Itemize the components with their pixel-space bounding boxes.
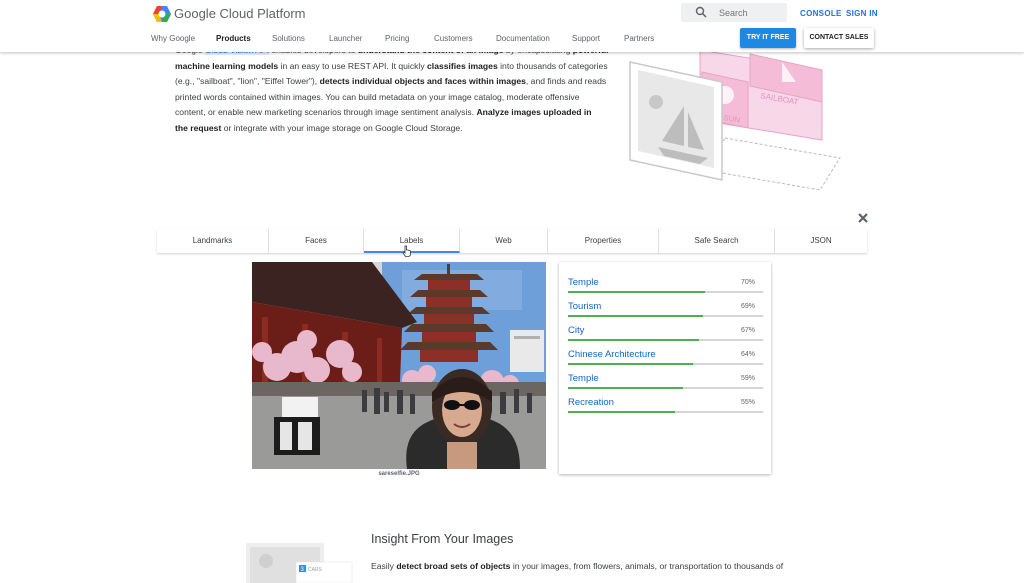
tab-labels[interactable]: Labels <box>364 229 460 253</box>
label-row: Recreation 55% <box>568 397 763 421</box>
label-name: Tourism <box>568 301 602 312</box>
cars-thumbnail: 3 CARS <box>246 543 353 583</box>
label-name: Recreation <box>568 397 614 408</box>
label-bar-fill <box>568 411 676 413</box>
dashed-plane <box>704 137 841 191</box>
nav-documentation[interactable]: Documentation <box>496 34 550 43</box>
insight-text: Easily detect broad sets of objects in y… <box>371 561 784 571</box>
vision-illustration: SAILBOAT SUN <box>629 49 841 191</box>
label-percent: 69% <box>740 303 755 310</box>
label-row: Temple 70% <box>568 277 763 301</box>
label-percent: 67% <box>740 327 755 334</box>
label-bar-fill <box>568 339 699 341</box>
insight-heading: Insight From Your Images <box>371 532 514 546</box>
label-name: Temple <box>568 277 599 288</box>
brand-name[interactable]: Google Cloud Platform <box>174 6 306 21</box>
sign-in-link[interactable]: SIGN IN <box>846 9 878 18</box>
label-percent: 55% <box>740 399 755 406</box>
google-cloud-logo-icon[interactable] <box>152 5 172 23</box>
tab-landmarks[interactable]: Landmarks <box>157 229 269 253</box>
labels-results-card: Temple 70% Tourism 69% City 67% Chinese … <box>559 262 771 474</box>
console-link[interactable]: CONSOLE <box>800 9 842 18</box>
nav-customers[interactable]: Customers <box>434 34 473 43</box>
label-name: Temple <box>568 373 599 384</box>
label-percent: 59% <box>740 375 755 382</box>
contact-sales-button[interactable]: CONTACT SALES <box>804 28 874 48</box>
label-bar-fill <box>568 387 684 389</box>
nav-products[interactable]: Products <box>216 34 251 43</box>
label-percent: 70% <box>740 279 755 286</box>
nav-solutions[interactable]: Solutions <box>272 34 305 43</box>
tab-json[interactable]: JSON <box>775 229 867 253</box>
tab-safe-search[interactable]: Safe Search <box>659 229 775 253</box>
tab-properties[interactable]: Properties <box>548 229 659 253</box>
label-bar-fill <box>568 363 693 365</box>
label-bar-track <box>568 291 763 293</box>
label-bar-track <box>568 315 763 317</box>
tab-faces[interactable]: Faces <box>269 229 364 253</box>
nav-pricing[interactable]: Pricing <box>385 34 409 43</box>
try-it-free-button[interactable]: TRY IT FREE <box>740 28 796 48</box>
sun-shape-icon <box>649 95 663 109</box>
search-input[interactable]: Search <box>719 8 748 18</box>
label-bar-track <box>568 411 763 413</box>
label-bar-fill <box>568 315 703 317</box>
photo-filename: sareselfie.JPG <box>378 471 420 477</box>
top-header: Google Cloud Platform Search CONSOLE SIG… <box>0 0 1024 52</box>
label-bar-track <box>568 339 763 341</box>
close-icon[interactable] <box>857 212 869 224</box>
label-name: City <box>568 325 585 336</box>
cars-badge-label: CARS <box>308 567 323 573</box>
label-bar-track <box>568 387 763 389</box>
tab-web[interactable]: Web <box>460 229 548 253</box>
label-row: Tourism 69% <box>568 301 763 325</box>
nav-support[interactable]: Support <box>572 34 600 43</box>
analysis-tabs: Landmarks Faces Labels Web Properties Sa… <box>157 229 867 253</box>
label-bar-track <box>568 363 763 365</box>
selfie-photo <box>252 262 546 469</box>
search-icon[interactable] <box>695 6 707 18</box>
hand-cursor-icon <box>402 245 411 257</box>
nav-partners[interactable]: Partners <box>624 34 654 43</box>
label-bar-fill <box>568 291 705 293</box>
label-row: City 67% <box>568 325 763 349</box>
label-percent: 64% <box>740 351 755 358</box>
label-row: Chinese Architecture 64% <box>568 349 763 373</box>
nav-why-google[interactable]: Why Google <box>151 34 195 43</box>
nav-launcher[interactable]: Launcher <box>329 34 362 43</box>
intro-paragraph: Google Cloud Vision API enables develope… <box>175 43 610 136</box>
label-name: Chinese Architecture <box>568 349 656 360</box>
label-row: Temple 59% <box>568 373 763 397</box>
